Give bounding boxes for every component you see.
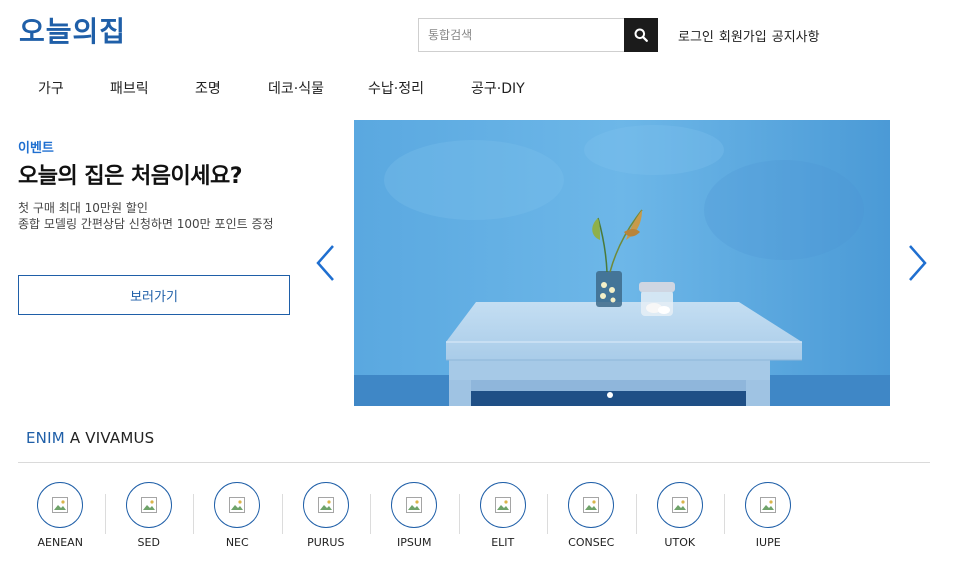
category-label: IPSUM xyxy=(397,536,432,549)
section-title-accent: ENIM xyxy=(26,429,65,447)
broken-image-icon xyxy=(229,497,246,513)
category-thumbnail xyxy=(391,482,438,528)
category-thumbnail xyxy=(479,482,526,528)
category-item[interactable]: AENEAN xyxy=(16,482,105,549)
nav-item-lighting[interactable]: 조명 xyxy=(195,78,268,98)
category-thumbnail xyxy=(302,482,349,528)
category-label: NEC xyxy=(225,536,249,549)
category-label: ELIT xyxy=(491,536,515,549)
section-title-rest: A VIVAMUS xyxy=(69,429,155,447)
section-divider xyxy=(18,462,930,463)
category-label: SED xyxy=(137,536,160,549)
chevron-right-icon xyxy=(909,245,927,281)
site-logo[interactable]: 오늘의집 xyxy=(19,10,126,50)
broken-image-icon xyxy=(140,497,157,513)
nav-item-fabric[interactable]: 패브릭 xyxy=(110,78,195,98)
chevron-left-icon xyxy=(316,245,334,281)
nav-item-deco-plants[interactable]: 데코·식물 xyxy=(268,78,368,98)
search-button[interactable] xyxy=(624,18,658,52)
search-bar xyxy=(418,18,658,52)
event-desc-line: 종합 모델링 간편상담 신청하면 100만 포인트 증정 xyxy=(18,217,274,231)
category-label: PURUS xyxy=(307,536,345,549)
search-input[interactable] xyxy=(418,18,624,52)
broken-image-icon xyxy=(317,497,334,513)
category-item[interactable]: IUPE xyxy=(724,482,813,549)
category-label: AENEAN xyxy=(37,536,83,549)
category-nav: 가구 패브릭 조명 데코·식물 수납·정리 공구·DIY xyxy=(38,78,541,98)
category-icon-list: AENEAN SED NEC PURUS IPSUM ELIT CONSEC U… xyxy=(16,482,813,549)
category-thumbnail xyxy=(745,482,792,528)
nav-item-storage[interactable]: 수납·정리 xyxy=(368,78,471,98)
hero-banner-image[interactable] xyxy=(354,120,890,406)
category-thumbnail xyxy=(125,482,172,528)
notice-link[interactable]: 공지사항 xyxy=(772,26,820,45)
category-thumbnail xyxy=(568,482,615,528)
category-item[interactable]: CONSEC xyxy=(547,482,636,549)
carousel-next-button[interactable] xyxy=(905,244,929,282)
category-label: CONSEC xyxy=(568,536,615,549)
nav-item-tools-diy[interactable]: 공구·DIY xyxy=(471,78,541,98)
view-event-button[interactable]: 보러가기 xyxy=(18,275,290,315)
category-item[interactable]: SED xyxy=(104,482,194,549)
event-description: 첫 구매 최대 10만원 할인 종합 모델링 간편상담 신청하면 100만 포인… xyxy=(18,200,290,232)
category-thumbnail xyxy=(214,482,261,528)
event-kicker: 이벤트 xyxy=(18,141,54,156)
broken-image-icon xyxy=(583,497,600,513)
category-thumbnail xyxy=(37,482,84,528)
broken-image-icon xyxy=(406,497,423,513)
carousel-dot-active xyxy=(607,392,613,398)
broken-image-icon xyxy=(760,497,777,513)
category-item[interactable]: IPSUM xyxy=(370,482,459,549)
search-icon xyxy=(634,28,648,42)
category-thumbnail xyxy=(656,482,703,528)
nav-item-furniture[interactable]: 가구 xyxy=(38,78,110,98)
broken-image-icon xyxy=(494,497,511,513)
login-link[interactable]: 로그인 xyxy=(678,26,714,45)
section-title: ENIM A VIVAMUS xyxy=(26,429,154,447)
category-label: IUPE xyxy=(755,536,781,549)
category-label: UTOK xyxy=(664,536,696,549)
category-item[interactable]: NEC xyxy=(193,482,282,549)
signup-link[interactable]: 회원가입 xyxy=(719,26,767,45)
event-title: 오늘의 집은 처음이세요? xyxy=(18,164,242,189)
account-links: 로그인 회원가입 공지사항 xyxy=(678,26,820,45)
event-desc-line: 첫 구매 최대 10만원 할인 xyxy=(18,201,148,215)
carousel-prev-button[interactable] xyxy=(314,244,338,282)
broken-image-icon xyxy=(52,497,69,513)
broken-image-icon xyxy=(671,497,688,513)
category-item[interactable]: PURUS xyxy=(281,482,371,549)
category-item[interactable]: ELIT xyxy=(458,482,548,549)
category-item[interactable]: UTOK xyxy=(635,482,725,549)
